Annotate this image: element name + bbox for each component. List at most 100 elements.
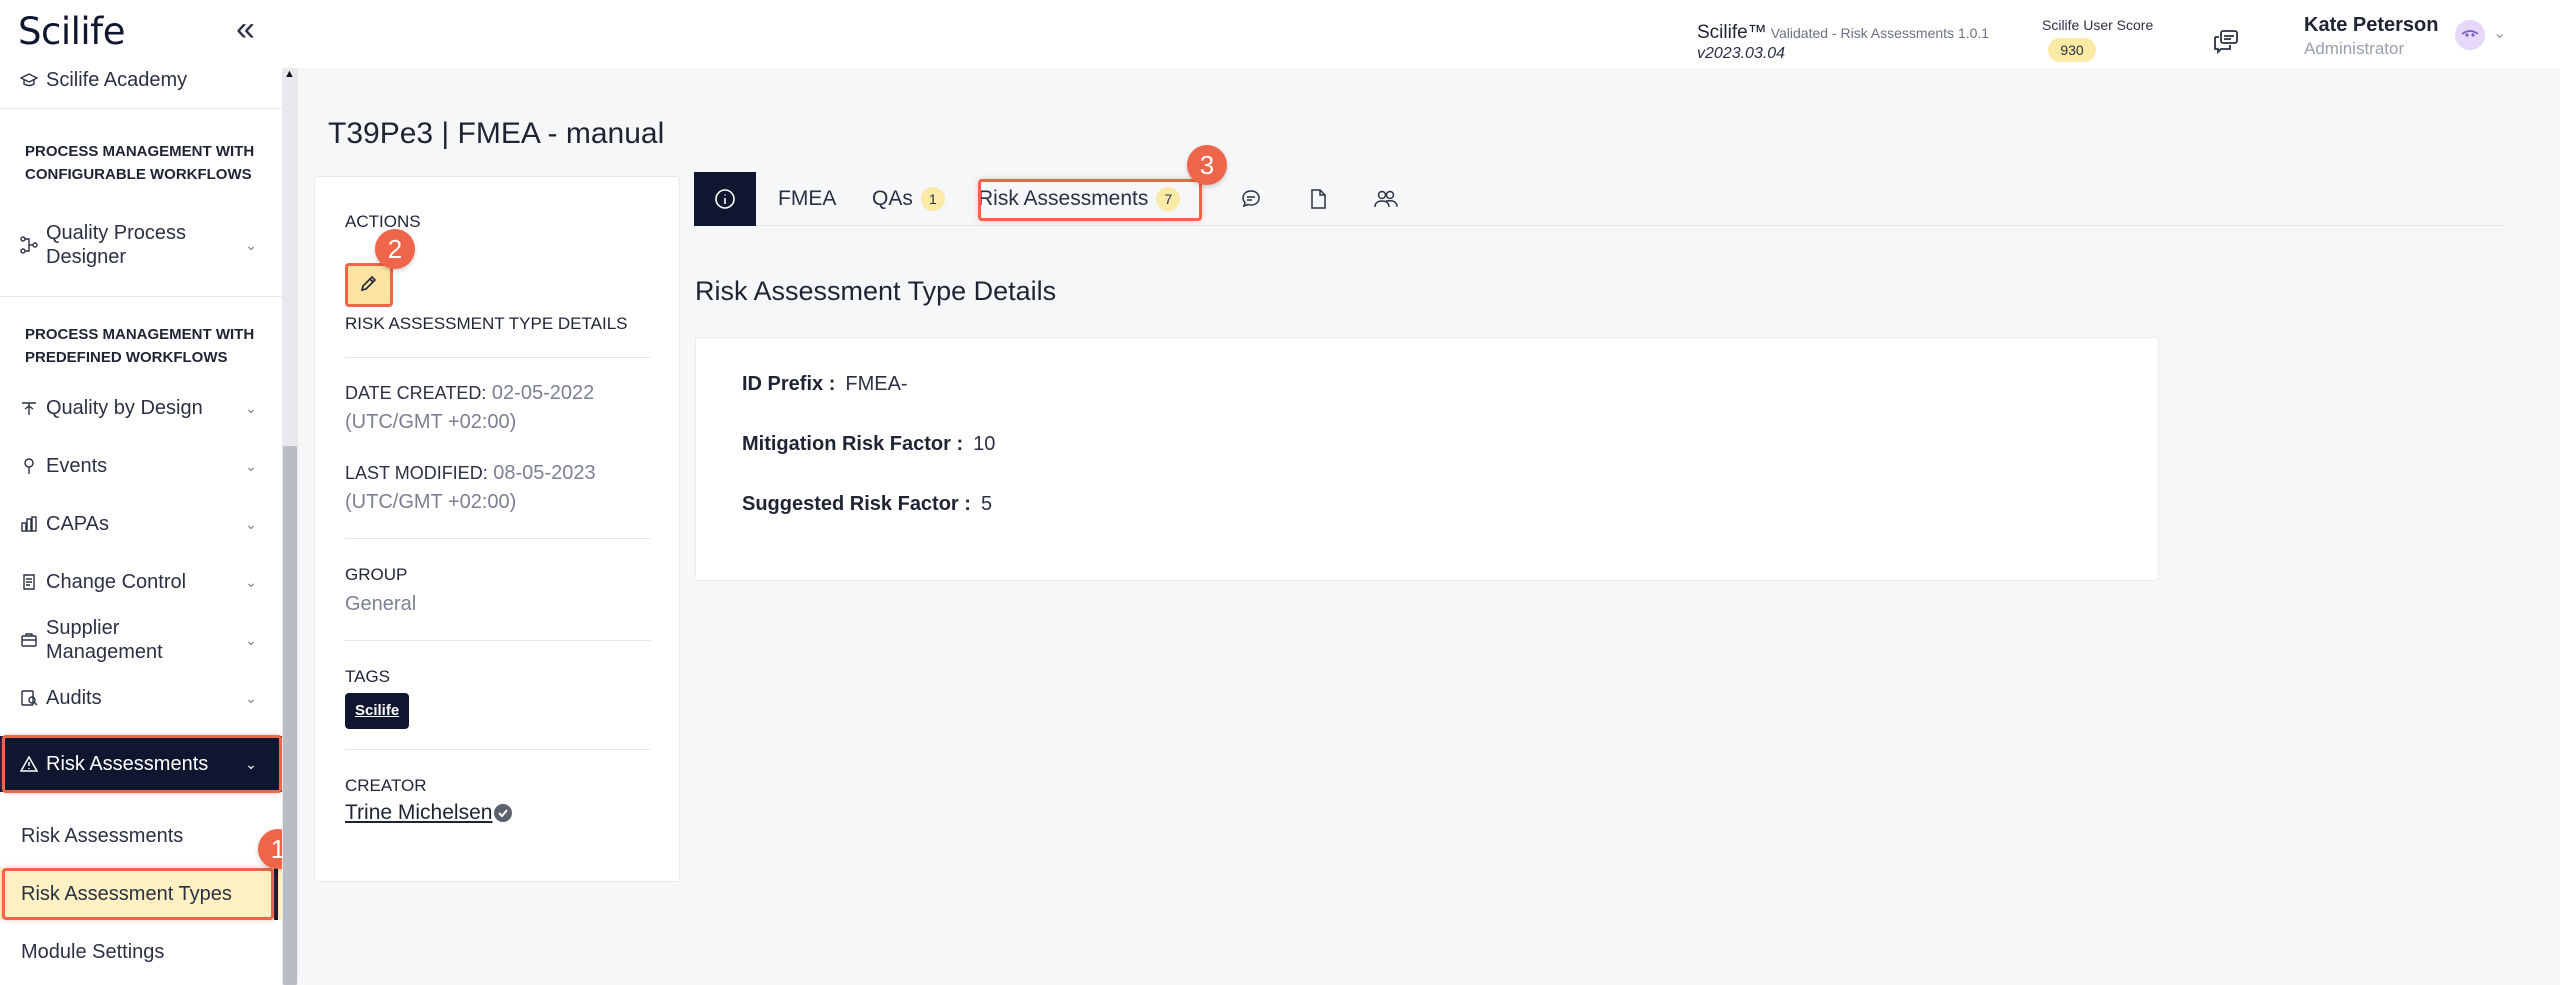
suggested-label: Suggested Risk Factor : [742, 493, 971, 515]
chevron-down-icon: ⌄ [245, 515, 257, 532]
capas-icon [20, 515, 38, 533]
panel-divider [345, 538, 651, 539]
detail-id-prefix: ID Prefix : FMEA- [742, 373, 908, 396]
document-icon [1308, 172, 1332, 226]
tab-bar: FMEA QAs 1 Risk Assessments 7 [694, 172, 2506, 226]
info-icon [694, 172, 756, 226]
academy-icon [19, 71, 39, 89]
date-created-value: 02-05-2022 [491, 382, 595, 404]
tab-documents[interactable] [1308, 172, 1332, 226]
highlight-risk-assessments-tab [978, 179, 1202, 221]
qas-count-badge: 1 [920, 187, 945, 212]
sidebar-item-supplier-management[interactable]: Supplier Management ⌄ [0, 617, 282, 663]
verified-check-icon [493, 803, 513, 823]
scrollbar-thumb[interactable] [283, 446, 297, 985]
chevron-down-icon: ⌄ [245, 457, 257, 474]
chevron-down-icon: ⌄ [245, 689, 257, 706]
sidebar-item-audits[interactable]: Audits ⌄ [0, 680, 282, 716]
panel-divider [345, 749, 651, 750]
collapse-sidebar-icon[interactable]: « [236, 12, 266, 50]
product-subtitle: Validated - Risk Assessments 1.0.1 [1770, 25, 1990, 41]
sidebar-item-capas[interactable]: CAPAs ⌄ [0, 506, 282, 542]
scroll-up-arrow-icon[interactable]: ▲ [284, 68, 295, 80]
workflow-icon [20, 236, 38, 254]
top-header: Scilife « Scilife™ Validated - Risk Asses… [0, 0, 2560, 68]
panel-divider [345, 640, 651, 641]
tab-qas[interactable]: QAs 1 [872, 172, 945, 226]
sidebar: Scilife Academy PROCESS MANAGEMENT WITH … [0, 68, 282, 985]
sidebar-item-scilife-academy[interactable]: Scilife Academy [0, 68, 282, 92]
sidebar-item-label: Supplier Management [46, 617, 163, 663]
supplier-icon [20, 631, 38, 649]
step-marker-2: 2 [375, 229, 415, 269]
chevron-down-icon: ⌄ [245, 399, 257, 416]
date-created: DATE CREATED: 02-05-2022 [345, 382, 594, 405]
active-indicator [274, 868, 278, 920]
tab-fmea[interactable]: FMEA [778, 172, 836, 226]
sidebar-item-label: Change Control [46, 571, 187, 593]
suggested-value: 5 [980, 493, 993, 515]
sidebar-item-label: Quality Process Designer [46, 222, 187, 268]
pencil-icon [359, 273, 379, 298]
sidebar-subitem-risk-assessments[interactable]: Risk Assessments [0, 810, 282, 862]
details-panel: ACTIONS RISK ASSESSMENT TYPE DETAILS DAT… [314, 176, 680, 882]
user-role: Administrator [2304, 39, 2405, 58]
id-prefix-value: FMEA- [845, 373, 908, 395]
page-title: T39Pe3 | FMEA - manual [328, 117, 665, 150]
tab-qas-label: QAs [872, 187, 913, 210]
comment-icon [1240, 172, 1268, 226]
sidebar-item-quality-by-design[interactable]: Quality by Design ⌄ [0, 390, 282, 426]
sidebar-item-label: Events [46, 455, 108, 477]
users-icon [1374, 172, 1402, 226]
date-created-tz: (UTC/GMT +02:00) [345, 411, 517, 433]
user-avatar[interactable] [2455, 20, 2485, 50]
tags-label: TAGS [345, 667, 391, 686]
section-heading: Risk Assessment Type Details [695, 276, 1057, 306]
risk-type-details-card: ID Prefix : FMEA- Mitigation Risk Factor … [695, 337, 2159, 581]
step-marker-3: 3 [1187, 145, 1227, 185]
tab-users[interactable] [1374, 172, 1402, 226]
creator-link[interactable]: Trine Michelsen [345, 801, 492, 825]
detail-mitigation-risk-factor: Mitigation Risk Factor : 10 [742, 433, 995, 456]
mitigation-label: Mitigation Risk Factor : [742, 433, 964, 455]
last-modified-tz: (UTC/GMT +02:00) [345, 491, 517, 513]
last-modified: LAST MODIFIED: 08-05-2023 [345, 462, 596, 485]
sidebar-subitem-module-settings[interactable]: Module Settings [0, 926, 282, 978]
highlight-risk-assessment-types [2, 868, 274, 920]
product-version: v2023.03.04 [1697, 45, 1786, 62]
tab-comments[interactable] [1240, 172, 1268, 226]
events-pin-icon [20, 457, 38, 475]
mitigation-value: 10 [973, 433, 996, 455]
sidebar-divider [0, 108, 282, 109]
last-modified-value: 08-05-2023 [493, 462, 596, 484]
sidebar-scrollbar[interactable]: ▲ [282, 68, 298, 985]
feedback-chat-icon[interactable] [2212, 28, 2240, 56]
tag-chip[interactable]: Scilife [345, 693, 410, 729]
sidebar-item-events[interactable]: Events ⌄ [0, 448, 282, 484]
sidebar-item-change-control[interactable]: Change Control ⌄ [0, 564, 282, 600]
scilife-logo[interactable]: Scilife [18, 10, 125, 53]
product-info: Scilife™ Validated - Risk Assessments 1.0… [1697, 22, 1989, 44]
date-created-label: DATE CREATED: [345, 383, 487, 403]
user-name[interactable]: Kate Peterson [2304, 14, 2439, 37]
chevron-down-icon: ⌄ [245, 573, 257, 590]
sidebar-divider [0, 296, 282, 297]
sidebar-item-label: Quality by Design [46, 397, 203, 419]
highlight-risk-assessments [2, 735, 282, 793]
user-score-badge[interactable]: 930 [2048, 38, 2096, 62]
tab-info[interactable] [694, 172, 756, 226]
chevron-down-icon: ⌄ [245, 631, 257, 648]
user-menu-chevron-icon[interactable]: ⌄ [2493, 23, 2506, 43]
sidebar-item-quality-process-designer[interactable]: Quality Process Designer ⌄ [0, 218, 282, 272]
section-title-configurable: PROCESS MANAGEMENT WITH CONFIGURABLE WOR… [25, 143, 255, 183]
detail-suggested-risk-factor: Suggested Risk Factor : 5 [742, 493, 992, 516]
edit-button[interactable] [345, 263, 393, 307]
group-label: GROUP [345, 565, 408, 584]
type-details-label: RISK ASSESSMENT TYPE DETAILS [345, 314, 628, 333]
quality-by-design-icon [20, 399, 38, 417]
sidebar-item-label: CAPAs [46, 513, 109, 535]
last-modified-label: LAST MODIFIED: [345, 463, 488, 483]
panel-divider [345, 357, 651, 358]
chevron-down-icon: ⌄ [245, 236, 257, 253]
group-value: General [345, 593, 417, 615]
